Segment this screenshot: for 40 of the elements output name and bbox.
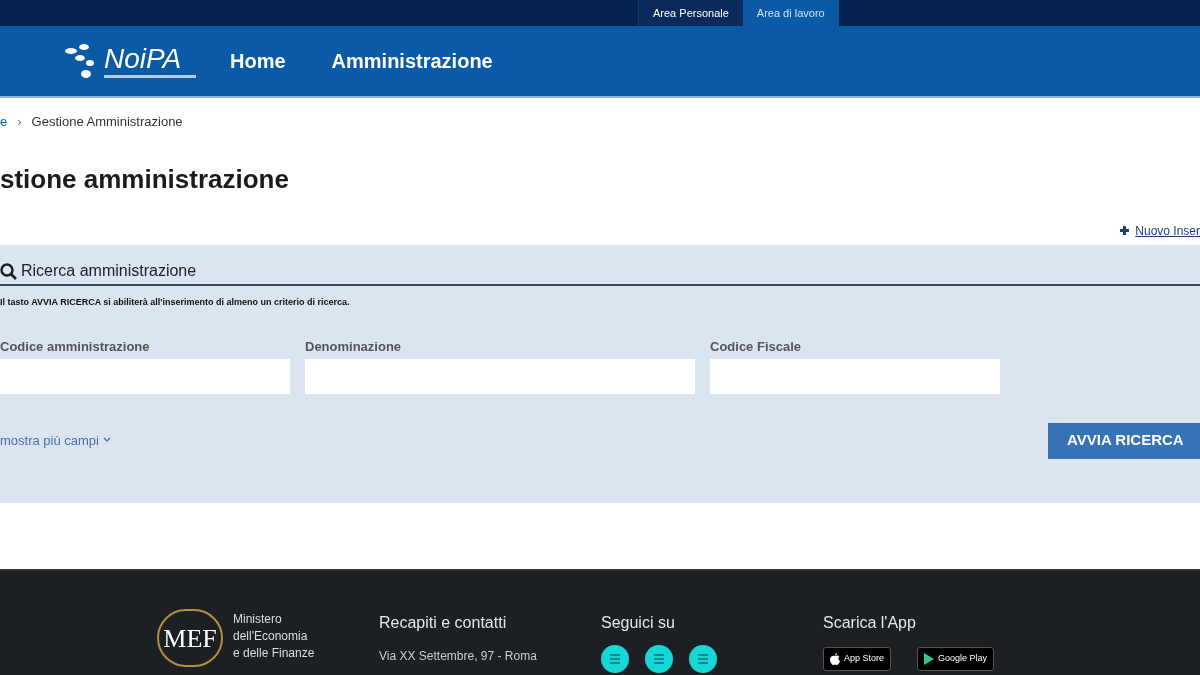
- logo-text: NoiPA: [104, 44, 183, 73]
- field-label: Codice Fiscale: [710, 337, 803, 356]
- social-icon[interactable]: [601, 645, 629, 673]
- field-label: Denominazione: [305, 337, 403, 356]
- breadcrumb-link[interactable]: Gestione Amministrazione: [31, 112, 183, 132]
- footer-heading: Recapiti e contatti: [379, 613, 508, 633]
- address-text: Via XX Settembre, 97 - Roma: [379, 648, 538, 665]
- ministry-name: e delle Finanze: [233, 645, 315, 662]
- footer-heading: Seguici su: [601, 613, 676, 633]
- top-tab[interactable]: Area Personale: [638, 0, 743, 26]
- field-label: Codice amministrazione: [0, 337, 151, 356]
- apple-icon: [830, 653, 840, 665]
- input-field[interactable]: [710, 358, 1000, 394]
- store-badge[interactable]: Google Play: [917, 647, 995, 671]
- breadcrumb-separator: ›: [17, 113, 22, 132]
- noipa-logo[interactable]: NoiPA: [64, 39, 202, 83]
- search-button[interactable]: AVVIA RICERCA: [1048, 422, 1200, 459]
- store-badge[interactable]: App Store: [823, 647, 892, 671]
- social-icon[interactable]: [645, 645, 673, 673]
- ministry-name: dell'Economia: [233, 628, 309, 645]
- play-icon: [924, 653, 935, 665]
- more-fields-link[interactable]: mostra più campi: [0, 430, 111, 450]
- input-field[interactable]: [0, 358, 290, 394]
- hint-text: Il tasto AVVIA RICERCA si abiliterà all'inserimento di almeno un criterio di ricerca.: [0, 296, 351, 309]
- plus-icon: [1120, 226, 1130, 235]
- mef-logo[interactable]: MEF: [157, 609, 223, 667]
- new-entry-link[interactable]: Nuovo Inser: [1120, 221, 1200, 240]
- logo-text: MEF: [163, 622, 217, 655]
- panel-title: Ricerca amministrazione: [21, 261, 197, 281]
- input-field[interactable]: [305, 358, 695, 394]
- breadcrumb-link[interactable]: e: [0, 112, 8, 132]
- page-title: stione amministrazione: [0, 162, 289, 196]
- search-icon: [0, 262, 17, 280]
- footer-heading: Scarica l'App: [823, 613, 917, 633]
- nav-link[interactable]: Amministrazione: [331, 46, 493, 76]
- social-icon[interactable]: [689, 645, 717, 673]
- top-tab[interactable]: Area di lavoro: [742, 0, 839, 26]
- ministry-name: Ministero: [233, 611, 283, 628]
- chevron-down-icon: [103, 437, 111, 444]
- nav-link[interactable]: Home: [230, 46, 286, 76]
